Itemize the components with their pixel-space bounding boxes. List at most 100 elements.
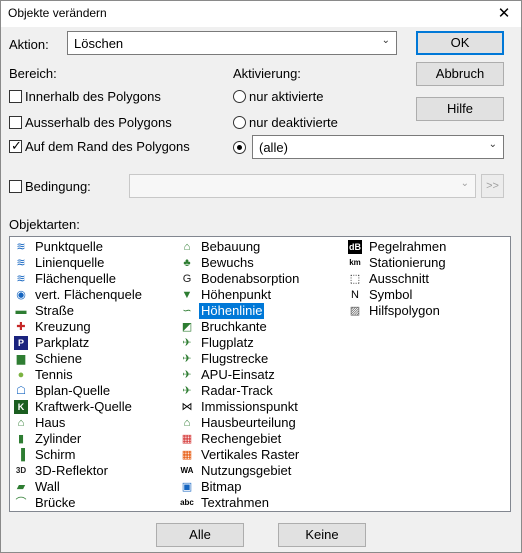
bedingung-checkbox[interactable] [9,180,22,193]
list-item-label: Hausbeurteilung [201,415,296,430]
3d-reflector-icon: 3D [15,466,27,475]
chevron-down-icon: ⌄ [488,139,497,150]
list-item-label: Hilfspolygon [369,303,440,318]
list-item-label: Bebauung [201,239,261,254]
list-item-label: Tennis [35,367,73,382]
aktion-label: Aktion: [9,37,49,52]
building-icon: ⌂ [183,241,191,253]
list-item-label: Pegelrahmen [369,239,447,254]
dialog-title: Objekte verändern [8,6,107,20]
list-item-label: Bplan-Quelle [35,383,111,398]
screen-icon: ▐ [17,449,25,461]
list-item-label: Flugstrecke [201,351,269,366]
list-item-label: Textrahmen [201,495,269,510]
list-item-label: Höhenlinie [199,303,265,319]
bedingung-dropdown[interactable]: ⌄ [129,174,476,198]
radio-waves-icon: ≋ [16,257,26,269]
list-item-label: Haus [35,415,66,430]
bedingung-label[interactable]: Bedingung: [25,179,91,194]
list-item-label: Rechengebiet [201,431,282,446]
alle-radio[interactable] [233,141,246,154]
hilfe-button[interactable]: Hilfe [416,97,504,121]
list-item-label: Punktquelle [35,239,103,254]
ok-button[interactable]: OK [416,31,504,55]
objektarten-list[interactable]: ≋ Punktquelle ≋ Linienquelle ≋ Flächenquelle ◉… [9,236,511,512]
house-assessment-icon: ⌂ [183,417,191,429]
list-item-label: Wall [35,479,60,494]
aktivierung-value: (alle) [259,140,288,155]
innerhalb-checkbox[interactable] [9,90,22,103]
auf-dem-rand-checkbox[interactable]: ✓ [9,138,22,153]
airplane-icon: ✈ [182,337,192,349]
list-item-label: Höhenpunkt [201,287,272,302]
nur-deaktivierte-radio[interactable] [233,116,246,129]
list-item-label: Kraftwerk-Quelle [35,399,132,414]
ausserhalb-label[interactable]: Ausserhalb des Polygons [25,115,172,130]
cylinder-icon: ▮ [17,433,25,445]
chevron-down-icon: ⌄ [381,35,390,46]
vertical-grid-icon: ▦ [181,449,193,461]
wall-icon: ▰ [16,481,26,493]
bplan-icon: ☖ [16,385,26,397]
airplane-icon: ✈ [182,353,192,365]
bitmap-icon: ▣ [181,481,193,493]
auf-dem-rand-label[interactable]: Auf dem Rand des Polygons [25,139,190,154]
car-icon: ▬ [15,305,27,317]
parking-icon: P [14,336,28,350]
train-icon: ▆ [16,353,26,365]
list-item-label: Parkplatz [35,335,90,350]
dashed-frame-icon: ⬚ [349,273,361,285]
aktivierung-dropdown[interactable]: (alle) ⌄ [252,135,504,159]
immission-point-icon: ⋈ [181,401,193,413]
close-icon[interactable]: ✕ [493,3,515,25]
list-item-label: Vertikales Raster [201,447,300,462]
bereich-label: Bereich: [9,66,57,81]
objektarten-label: Objektarten: [9,217,80,232]
innerhalb-label[interactable]: Innerhalb des Polygons [25,89,161,104]
nur-aktivierte-radio[interactable] [233,90,246,103]
list-item-label: Symbol [369,287,413,302]
list-item-label: Radar-Track [201,383,273,398]
list-item-label: Kreuzung [35,319,91,334]
list-item-label: Schirm [35,447,76,462]
nur-aktivierte-label[interactable]: nur aktivierte [249,89,323,104]
calc-area-icon: ▦ [181,433,193,445]
height-point-icon: ▼ [181,289,193,301]
list-item-label: Bodenabsorption [201,271,300,286]
abbruch-button[interactable]: Abbruch [416,62,504,86]
break-edge-icon: ◩ [181,321,193,333]
wa-icon: WA [180,466,194,475]
list-item-label: Flugplatz [201,335,254,350]
keine-button[interactable]: Keine [278,523,366,547]
k-icon: K [14,400,28,414]
bridge-icon: ⌒ [15,497,27,509]
trees-icon: ♣ [183,257,191,269]
tennis-ball-icon: ● [17,369,25,381]
house-icon: ⌂ [17,417,25,429]
aktivierung-label: Aktivierung: [233,66,301,81]
radio-waves-icon: ≋ [16,273,26,285]
db-icon: dB [348,240,362,254]
intersection-icon: ✚ [16,321,26,333]
list-item-label: Brücke [35,495,76,510]
ground-absorption-icon: G [182,273,192,285]
list-item-label: Bitmap [201,479,242,494]
list-item-label: 3D-Reflektor [35,463,108,478]
hatched-polygon-icon: ▨ [349,305,361,317]
list-item-label: Bruchkante [201,319,267,334]
nur-deaktivierte-label[interactable]: nur deaktivierte [249,115,338,130]
list-item-label: Schiene [35,351,82,366]
aktion-value: Löschen [74,36,124,51]
radio-dot-icon [237,145,242,150]
airplane-icon: ✈ [182,385,192,397]
aktion-dropdown[interactable]: Löschen ⌄ [67,31,397,55]
list-item-label: Immissionspunkt [201,399,298,414]
more-button[interactable]: >> [481,174,504,198]
text-frame-icon: abc [180,498,194,507]
list-item-label: Linienquelle [35,255,105,270]
chevron-down-icon: ⌄ [460,178,469,189]
ausserhalb-checkbox[interactable] [9,116,22,129]
alle-button[interactable]: Alle [156,523,244,547]
list-item-label: Straße [35,303,75,318]
checkmark-icon: ✓ [11,138,22,153]
